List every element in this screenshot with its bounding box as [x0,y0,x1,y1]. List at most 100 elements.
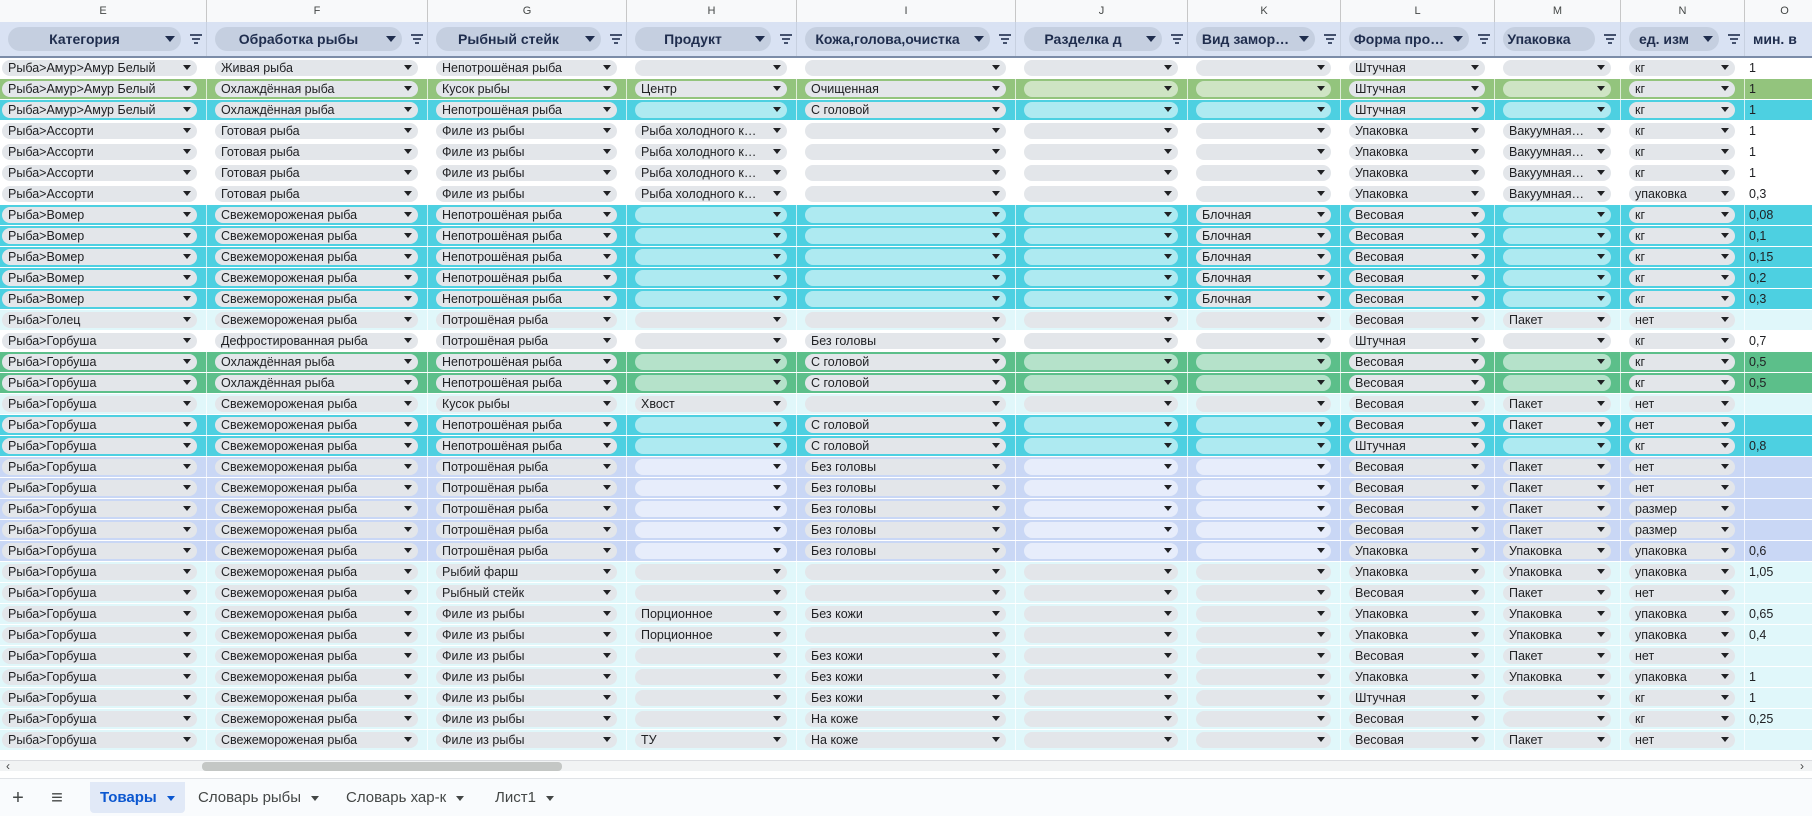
table-cell[interactable]: 1 [1745,163,1812,183]
dropdown-chip[interactable] [805,291,1006,307]
table-cell[interactable] [627,352,797,372]
dropdown-arrow-icon[interactable] [992,506,1000,511]
dropdown-chip[interactable]: Весовая [1349,375,1485,391]
dropdown-chip[interactable]: Филе из рыбы [436,144,617,160]
dropdown-arrow-icon[interactable] [1597,233,1605,238]
table-cell[interactable]: Потрошёная рыба [428,331,627,351]
dropdown-chip[interactable]: Рыба>Вомер [2,249,197,265]
table-cell[interactable] [1188,310,1341,330]
table-cell[interactable] [1495,58,1621,78]
dropdown-arrow-icon[interactable] [992,191,1000,196]
table-cell[interactable] [1016,520,1188,540]
dropdown-arrow-icon[interactable] [1471,548,1479,553]
table-cell[interactable]: Весовая [1341,352,1495,372]
dropdown-arrow-icon[interactable] [1164,359,1172,364]
dropdown-chip[interactable] [1024,669,1178,685]
dropdown-chip[interactable]: Упаковка [1349,165,1485,181]
dropdown-arrow-icon[interactable] [1317,317,1325,322]
dropdown-chip[interactable]: Пакет [1503,312,1611,328]
dropdown-arrow-icon[interactable] [404,254,412,259]
table-cell[interactable]: Потрошёная рыба [428,478,627,498]
table-cell[interactable]: С головой [797,373,1016,393]
table-cell[interactable]: 0,4 [1745,625,1812,645]
column-letter[interactable]: N [1621,0,1745,22]
dropdown-arrow-icon[interactable] [992,401,1000,406]
dropdown-chip[interactable]: Филе из рыбы [436,711,617,727]
table-cell[interactable]: Готовая рыба [207,184,428,204]
dropdown-chip[interactable]: Свежемороженая рыба [215,732,418,748]
table-cell[interactable] [1016,310,1188,330]
dropdown-chip[interactable]: Весовая [1349,270,1485,286]
dropdown-arrow-icon[interactable] [992,380,1000,385]
dropdown-arrow-icon[interactable] [183,359,191,364]
dropdown-chip[interactable] [1503,291,1611,307]
dropdown-arrow-icon[interactable] [1721,632,1729,637]
table-cell[interactable]: нет [1621,457,1745,477]
table-cell[interactable] [1016,562,1188,582]
table-cell[interactable]: Свежемороженая рыба [207,268,428,288]
dropdown-arrow-icon[interactable] [1164,380,1172,385]
table-cell[interactable]: Охлаждённая рыба [207,373,428,393]
sheet-tab-list1[interactable]: Лист1 [485,782,564,813]
dropdown-chip[interactable] [1024,585,1178,601]
dropdown-arrow-icon[interactable] [1317,128,1325,133]
column-header-dropdown[interactable]: Разделка д [1024,27,1162,51]
dropdown-chip[interactable] [1024,690,1178,706]
dropdown-arrow-icon[interactable] [1164,464,1172,469]
table-cell[interactable]: Непотрошёная рыба [428,373,627,393]
table-cell[interactable]: Филе из рыбы [428,688,627,708]
dropdown-chip[interactable] [1196,501,1331,517]
dropdown-chip[interactable]: Весовая [1349,648,1485,664]
dropdown-arrow-icon[interactable] [183,716,191,721]
dropdown-arrow-icon[interactable] [1721,548,1729,553]
dropdown-arrow-icon[interactable] [603,401,611,406]
dropdown-chip[interactable]: Свежемороженая рыба [215,627,418,643]
dropdown-arrow-icon[interactable] [183,149,191,154]
column-header-dropdown[interactable]: ед. изм [1629,27,1719,51]
table-cell[interactable]: Весовая [1341,478,1495,498]
table-cell[interactable]: Свежемороженая рыба [207,583,428,603]
dropdown-arrow-icon[interactable] [1471,275,1479,280]
table-cell[interactable] [627,583,797,603]
table-cell[interactable]: 0,65 [1745,604,1812,624]
table-cell[interactable] [1016,667,1188,687]
horizontal-scrollbar[interactable]: ‹ › [0,760,1812,771]
table-cell[interactable]: Без головы [797,541,1016,561]
dropdown-chip[interactable]: Непотрошёная рыба [436,270,617,286]
dropdown-chip[interactable] [635,459,787,475]
table-cell[interactable]: Пакет [1495,520,1621,540]
dropdown-chip[interactable] [805,585,1006,601]
dropdown-chip[interactable]: Готовая рыба [215,144,418,160]
dropdown-chip[interactable]: Свежемороженая рыба [215,522,418,538]
dropdown-arrow-icon[interactable] [1164,86,1172,91]
dropdown-arrow-icon[interactable] [1164,569,1172,574]
dropdown-arrow-icon[interactable] [1471,128,1479,133]
dropdown-arrow-icon[interactable] [183,695,191,700]
table-cell[interactable]: Без головы [797,520,1016,540]
dropdown-chip[interactable] [1024,438,1178,454]
table-cell[interactable]: 1 [1745,100,1812,120]
dropdown-arrow-icon[interactable] [1317,464,1325,469]
dropdown-chip[interactable] [1196,711,1331,727]
dropdown-chip[interactable]: Весовая [1349,585,1485,601]
dropdown-arrow-icon[interactable] [603,653,611,658]
dropdown-chip[interactable] [635,249,787,265]
dropdown-chip[interactable]: Без головы [805,459,1006,475]
table-cell[interactable] [1188,79,1341,99]
dropdown-chip[interactable] [635,228,787,244]
table-cell[interactable]: Свежемороженая рыба [207,520,428,540]
dropdown-arrow-icon[interactable] [603,380,611,385]
dropdown-arrow-icon[interactable] [1317,590,1325,595]
dropdown-arrow-icon[interactable] [1164,695,1172,700]
dropdown-arrow-icon[interactable] [1597,590,1605,595]
dropdown-arrow-icon[interactable] [603,317,611,322]
table-cell[interactable]: ТУ [627,730,797,750]
dropdown-arrow-icon[interactable] [1471,464,1479,469]
dropdown-chip[interactable] [1196,354,1331,370]
dropdown-arrow-icon[interactable] [183,317,191,322]
dropdown-arrow-icon[interactable] [1317,254,1325,259]
table-cell[interactable]: Хвост [627,394,797,414]
column-letter[interactable]: L [1341,0,1495,22]
dropdown-arrow-icon[interactable] [1597,359,1605,364]
dropdown-chip[interactable]: Филе из рыбы [436,606,617,622]
